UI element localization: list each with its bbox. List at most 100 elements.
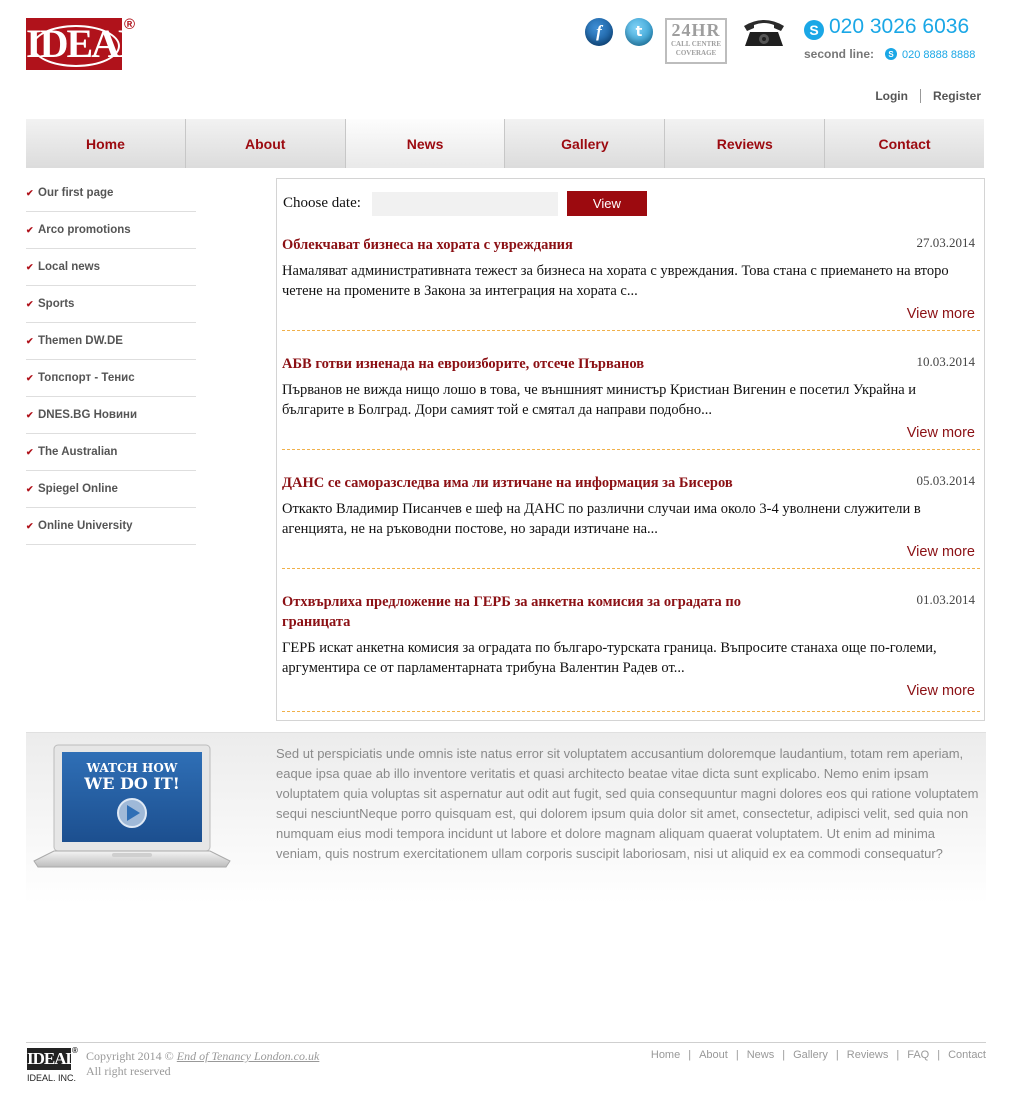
video-caption-line2: WE DO IT! <box>84 774 180 793</box>
date-input[interactable] <box>371 191 558 216</box>
news-item: Облекчават бизнеса на хората с увреждани… <box>282 235 980 331</box>
footer-link-contact[interactable]: Contact <box>948 1049 986 1061</box>
footer-logo[interactable]: IDEAL ® IDEAL. INC. <box>27 1046 79 1084</box>
footer-link-home[interactable]: Home <box>651 1049 680 1061</box>
sidebar-item-label: Themen DW.DE <box>38 335 123 347</box>
sidebar-item[interactable]: ✔ Themen DW.DE <box>26 323 196 360</box>
check-icon: ✔ <box>26 298 34 309</box>
footer-link-news[interactable]: News <box>747 1049 775 1061</box>
view-more-link[interactable]: View more <box>907 306 975 322</box>
footer-logo-registered: ® <box>72 1046 78 1055</box>
24hr-badge: 24HR CALL CENTRE COVERAGE <box>665 18 727 64</box>
view-more-link[interactable]: View more <box>907 425 975 441</box>
footer-separator: | <box>896 1049 900 1061</box>
second-line-label: second line: <box>804 47 875 61</box>
nav-item-news[interactable]: News <box>345 119 506 168</box>
nav-item-contact[interactable]: Contact <box>825 119 984 168</box>
nav-item-about[interactable]: About <box>186 119 346 168</box>
footer-nav: Home | About | News | Gallery | Reviews | FAQ… <box>651 1049 986 1061</box>
view-button[interactable]: View <box>566 191 647 216</box>
telephone-icon <box>744 20 784 46</box>
view-more-link[interactable]: View more <box>907 683 975 699</box>
twitter-icon[interactable]: t <box>625 18 653 46</box>
sidebar-item[interactable]: ✔ Local news <box>26 249 196 286</box>
logo-registered-mark: ® <box>124 16 136 33</box>
footer-separator: | <box>835 1049 839 1061</box>
sidebar-item[interactable]: ✔ Arco promotions <box>26 212 196 249</box>
register-link[interactable]: Register <box>933 89 981 103</box>
sidebar-item[interactable]: ✔ Spiegel Online <box>26 471 196 508</box>
main-nav: Home About News Gallery Reviews Contact <box>26 119 984 168</box>
sidebar: ✔ Our first page ✔ Arco promotions ✔ Local … <box>26 175 196 545</box>
nav-item-reviews[interactable]: Reviews <box>665 119 826 168</box>
auth-links: Login Register <box>875 89 981 103</box>
main-phone-number: 020 3026 6036 <box>829 15 970 38</box>
news-title[interactable]: Облекчават бизнеса на хората с увреждани… <box>282 235 782 255</box>
sidebar-item[interactable]: ✔ Online University <box>26 508 196 545</box>
news-excerpt: Намаляват административната тежест за би… <box>282 263 949 299</box>
footer-link-gallery[interactable]: Gallery <box>793 1049 828 1061</box>
check-icon: ✔ <box>26 520 34 531</box>
badge-24hr-text: 24HR <box>671 20 721 40</box>
sidebar-item[interactable]: ✔ The Australian <box>26 434 196 471</box>
sidebar-item-label: Топспорт - Тенис <box>38 372 135 384</box>
news-item: ДАНС се саморазследва има ли изтичане на… <box>282 473 980 569</box>
news-date: 27.03.2014 <box>916 235 976 250</box>
sidebar-item[interactable]: ✔ Sports <box>26 286 196 323</box>
sidebar-item-label: Sports <box>38 298 75 310</box>
check-icon: ✔ <box>26 335 34 346</box>
footer-divider <box>26 1042 986 1043</box>
sidebar-item-label: Spiegel Online <box>38 483 118 495</box>
news-title[interactable]: Отхвърлиха предложение на ГЕРБ за анкетн… <box>282 592 772 632</box>
footer-separator: | <box>782 1049 786 1061</box>
news-excerpt: Откакто Владимир Писанчев е шеф на ДАНС … <box>282 501 921 537</box>
footer-separator: | <box>937 1049 941 1061</box>
news-panel: Choose date: View Облекчават бизнеса на … <box>276 178 985 721</box>
check-icon: ✔ <box>26 261 34 272</box>
nav-item-gallery[interactable]: Gallery <box>505 119 666 168</box>
sidebar-item[interactable]: ✔ Топспорт - Тенис <box>26 360 196 397</box>
sidebar-item-label: The Australian <box>38 446 118 458</box>
skype-small-icon[interactable]: S <box>885 48 897 60</box>
footer-link-about[interactable]: About <box>699 1049 728 1061</box>
sidebar-item[interactable]: ✔ DNES.BG Новини <box>26 397 196 434</box>
footer-logo-subtitle: IDEAL. INC. <box>27 1073 77 1083</box>
footer-separator: | <box>688 1049 692 1061</box>
skype-icon[interactable]: S <box>804 20 824 40</box>
check-icon: ✔ <box>26 372 34 383</box>
auth-divider <box>919 89 921 103</box>
promo-band: WATCH HOW WE DO IT! Sed ut perspiciatis … <box>26 732 986 904</box>
site-logo[interactable]: IDEAL ® <box>26 16 145 70</box>
sidebar-item-label: Online University <box>38 520 133 532</box>
sidebar-item-label: Our first page <box>38 187 114 199</box>
sidebar-item[interactable]: ✔ Our first page <box>26 175 196 212</box>
check-icon: ✔ <box>26 409 34 420</box>
date-filter-label: Choose date: <box>283 195 361 211</box>
news-date: 01.03.2014 <box>916 592 976 607</box>
logo-mark: IDEAL <box>26 18 145 70</box>
news-date: 05.03.2014 <box>916 473 976 488</box>
news-title[interactable]: ДАНС се саморазследва има ли изтичане на… <box>282 473 782 493</box>
news-title[interactable]: АБВ готви изненада на евроизборите, отсе… <box>282 354 782 374</box>
rights-text: All right reserved <box>86 1064 171 1078</box>
facebook-icon[interactable]: f <box>585 18 613 46</box>
copyright-link[interactable]: End of Tenancy London.co.uk <box>177 1049 320 1063</box>
news-item: Отхвърлиха предложение на ГЕРБ за анкетн… <box>282 592 980 712</box>
sidebar-item-label: DNES.BG Новини <box>38 409 138 421</box>
badge-call-centre-text: CALL CENTRE <box>671 40 721 48</box>
check-icon: ✔ <box>26 483 34 494</box>
check-icon: ✔ <box>26 446 34 457</box>
sidebar-item-label: Local news <box>38 261 100 273</box>
news-excerpt: ГЕРБ искат анкетна комисия за оградата п… <box>282 640 937 676</box>
footer-link-reviews[interactable]: Reviews <box>847 1049 889 1061</box>
news-date: 10.03.2014 <box>916 354 976 369</box>
view-more-link[interactable]: View more <box>907 544 975 560</box>
footer-link-faq[interactable]: FAQ <box>907 1049 929 1061</box>
copyright-text: Copyright 2014 © <box>86 1049 174 1063</box>
second-phone-number: 020 8888 8888 <box>902 49 976 61</box>
copyright: Copyright 2014 © End of Tenancy London.c… <box>86 1049 319 1079</box>
login-link[interactable]: Login <box>875 89 908 103</box>
video-caption: WATCH HOW WE DO IT! <box>62 760 202 792</box>
nav-item-home[interactable]: Home <box>26 119 186 168</box>
footer-logo-mark: IDEAL <box>27 1048 77 1070</box>
